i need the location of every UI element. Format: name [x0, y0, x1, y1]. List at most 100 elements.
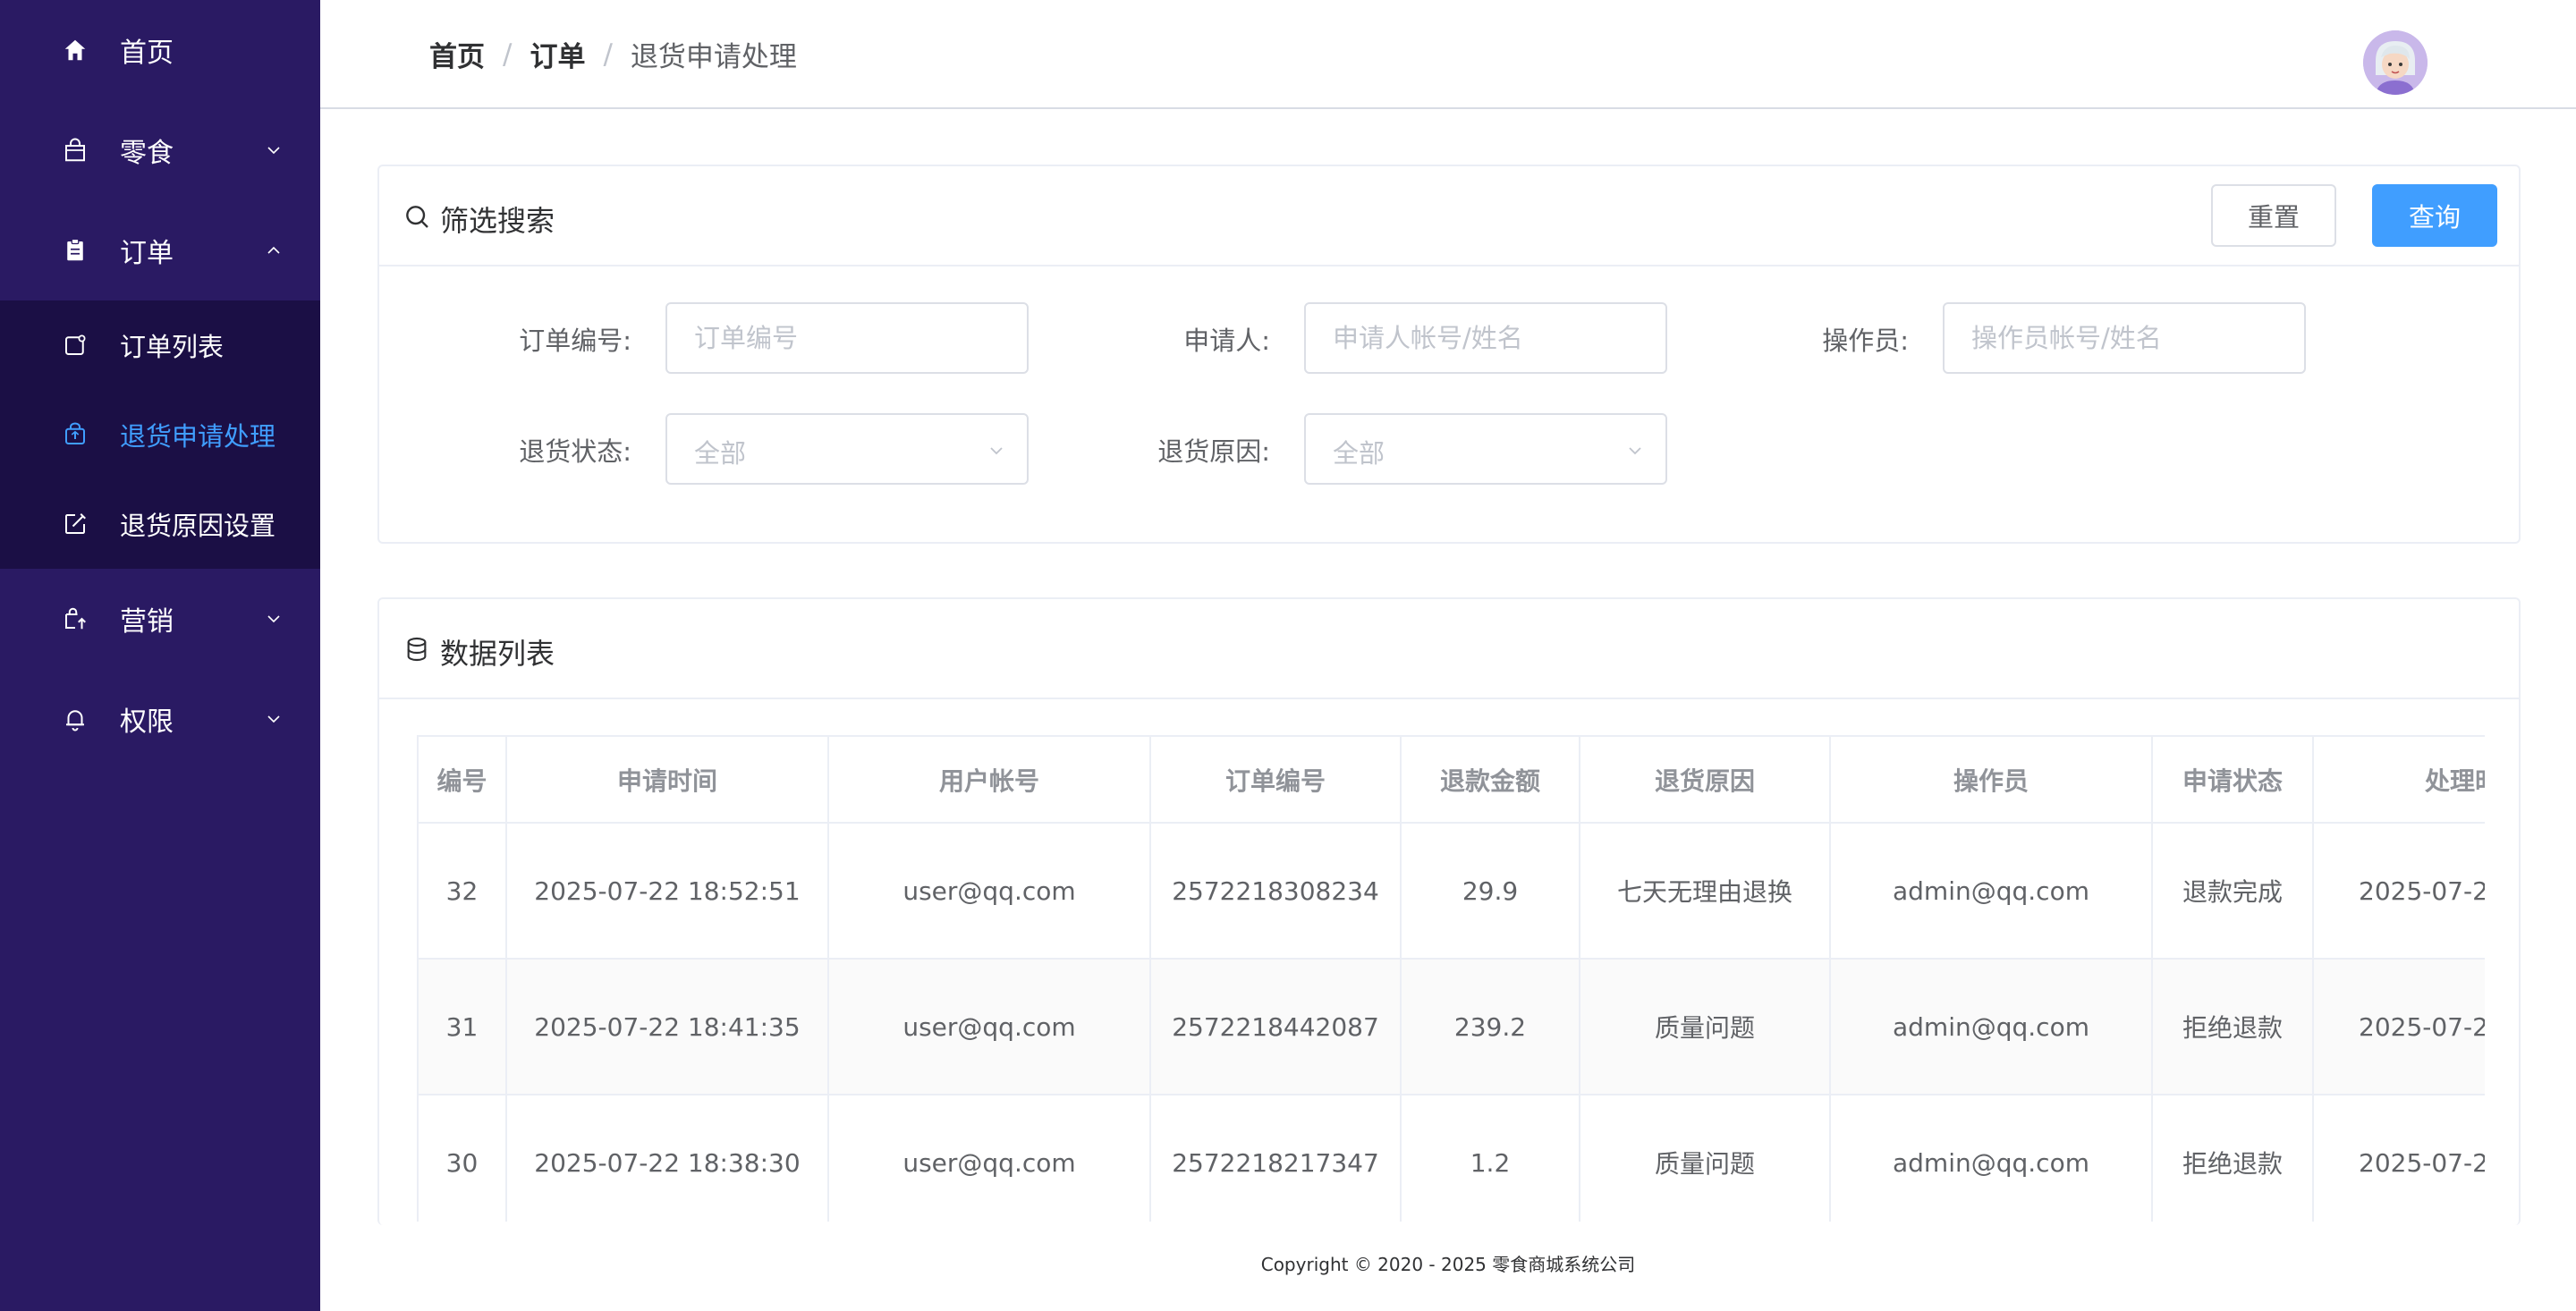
sidebar-item-snacks[interactable]: 零食 — [0, 100, 320, 200]
table-cell: 拒绝退款 — [2152, 1095, 2314, 1222]
order-no-label: 订单编号: — [519, 326, 631, 356]
return-box-icon — [61, 420, 89, 449]
column-header[interactable]: 申请时间 — [506, 737, 829, 824]
table-cell: user@qq.com — [828, 1095, 1151, 1222]
chevron-down-icon — [263, 708, 284, 730]
return-reason-value: 全部 — [1333, 438, 1385, 469]
table-row[interactable]: 30 2025-07-22 18:38:30 user@qq.com 25722… — [419, 1095, 2485, 1222]
chevron-down-icon — [263, 608, 284, 630]
data-list-card: 数据列表 编号 申请时间 用户帐号 订单编号 退款金额 退货原因 操作员 申请状… — [377, 597, 2521, 1225]
chevron-down-icon — [1624, 440, 1646, 461]
table-cell: 2572218308234 — [1150, 823, 1402, 960]
table-row[interactable]: 32 2025-07-22 18:52:51 user@qq.com 25722… — [419, 823, 2485, 960]
search-icon — [402, 202, 431, 231]
order-no-input[interactable] — [665, 302, 1029, 374]
database-icon — [402, 635, 431, 664]
return-status-select[interactable]: 全部 — [665, 413, 1029, 485]
chevron-up-icon — [263, 240, 284, 261]
sidebar-item-label: 退货原因设置 — [120, 511, 276, 541]
return-table[interactable]: 编号 申请时间 用户帐号 订单编号 退款金额 退货原因 操作员 申请状态 处理时… — [417, 735, 2485, 1222]
breadcrumb-separator: / — [603, 38, 613, 71]
column-header[interactable]: 用户帐号 — [828, 737, 1151, 824]
footer-copyright: Copyright © 2020 - 2025 零食商城系统公司 — [1260, 1254, 1636, 1275]
column-header[interactable]: 编号 — [419, 737, 507, 824]
table-cell: 2025-07-22 — [2313, 823, 2485, 960]
sidebar-item-home[interactable]: 首页 — [0, 0, 320, 100]
table-cell: user@qq.com — [828, 823, 1151, 960]
table-row[interactable]: 31 2025-07-22 18:41:35 user@qq.com 25722… — [419, 959, 2485, 1095]
sidebar-item-order-list[interactable]: 订单列表 — [0, 300, 320, 390]
sidebar-item-label: 首页 — [120, 38, 174, 69]
table-cell: 2025-07-22 18:38:30 — [506, 1095, 829, 1222]
sidebar-item-marketing[interactable]: 营销 — [0, 569, 320, 669]
sidebar-item-return-requests[interactable]: 退货申请处理 — [0, 390, 320, 479]
table-cell: 29.9 — [1401, 823, 1580, 960]
reset-button[interactable]: 重置 — [2211, 184, 2336, 247]
return-status-value: 全部 — [694, 438, 747, 469]
bell-icon — [61, 705, 89, 733]
table-cell: 2025-07-22 — [2313, 1095, 2485, 1222]
shopping-bag-icon — [61, 136, 89, 165]
breadcrumb-home[interactable]: 首页 — [429, 34, 485, 74]
table-cell: 拒绝退款 — [2152, 959, 2314, 1095]
table-cell: 七天无理由退换 — [1580, 823, 1831, 960]
column-header[interactable]: 退货原因 — [1580, 737, 1831, 824]
column-header[interactable]: 退款金额 — [1401, 737, 1580, 824]
sidebar: 首页 零食 订单 订单列表 退货申请处理 退货原因设置 营销 权限 — [0, 0, 320, 1311]
operator-input[interactable] — [1943, 302, 2306, 374]
chevron-down-icon — [986, 440, 1007, 461]
table-cell: 质量问题 — [1580, 1095, 1831, 1222]
breadcrumb-orders[interactable]: 订单 — [530, 34, 585, 74]
sidebar-item-label: 订单列表 — [120, 332, 225, 362]
filter-card: 筛选搜索 重置 查询 订单编号: 申请人: 操作员: 退货状态: 全部 退货原因… — [377, 165, 2521, 544]
sidebar-item-label: 营销 — [120, 606, 174, 638]
table-cell: admin@qq.com — [1830, 1095, 2153, 1222]
orders-submenu: 订单列表 退货申请处理 退货原因设置 — [0, 300, 320, 569]
sidebar-item-return-reasons[interactable]: 退货原因设置 — [0, 479, 320, 569]
order-list-icon — [61, 331, 89, 359]
table-cell: 质量问题 — [1580, 959, 1831, 1095]
table-cell: 1.2 — [1401, 1095, 1580, 1222]
table-cell: user@qq.com — [828, 959, 1151, 1095]
data-list-header: 数据列表 — [379, 599, 2519, 699]
query-button[interactable]: 查询 — [2372, 184, 2497, 247]
bag-upload-icon — [61, 605, 89, 633]
table-cell: 31 — [419, 959, 507, 1095]
return-reason-select[interactable]: 全部 — [1304, 413, 1667, 485]
breadcrumb: 首页 / 订单 / 退货申请处理 — [429, 34, 797, 74]
return-status-label: 退货状态: — [519, 436, 631, 467]
applicant-label: 申请人: — [1183, 326, 1270, 356]
sidebar-item-label: 退货申请处理 — [120, 421, 276, 452]
chevron-down-icon — [263, 140, 284, 161]
top-header: 首页 / 订单 / 退货申请处理 — [320, 0, 2576, 109]
avatar[interactable] — [2363, 30, 2428, 95]
sidebar-item-label: 权限 — [120, 706, 174, 738]
filter-title: 筛选搜索 — [440, 204, 555, 238]
column-header[interactable]: 操作员 — [1830, 737, 2153, 824]
sidebar-item-label: 零食 — [120, 138, 174, 169]
sidebar-item-label: 订单 — [120, 238, 174, 269]
table-cell: 239.2 — [1401, 959, 1580, 1095]
table-cell: admin@qq.com — [1830, 959, 2153, 1095]
column-header[interactable]: 申请状态 — [2152, 737, 2314, 824]
table-cell: 2025-07-22 18:52:51 — [506, 823, 829, 960]
return-reason-label: 退货原因: — [1157, 436, 1270, 467]
column-header[interactable]: 处理时间 — [2313, 737, 2485, 824]
breadcrumb-separator: / — [503, 38, 513, 71]
table-cell: 30 — [419, 1095, 507, 1222]
table-header-row: 编号 申请时间 用户帐号 订单编号 退款金额 退货原因 操作员 申请状态 处理时… — [419, 737, 2485, 824]
filter-card-header: 筛选搜索 重置 查询 — [379, 166, 2519, 266]
column-header[interactable]: 订单编号 — [1150, 737, 1402, 824]
sidebar-item-orders[interactable]: 订单 — [0, 200, 320, 300]
clipboard-icon — [61, 236, 89, 265]
table-cell: 2025-07-22 — [2313, 959, 2485, 1095]
edit-icon — [61, 510, 89, 538]
sidebar-item-permissions[interactable]: 权限 — [0, 669, 320, 769]
table-cell: 2572218217347 — [1150, 1095, 1402, 1222]
table-cell: 退款完成 — [2152, 823, 2314, 960]
data-list-title: 数据列表 — [440, 637, 555, 671]
table-cell: 2572218442087 — [1150, 959, 1402, 1095]
table-cell: admin@qq.com — [1830, 823, 2153, 960]
operator-label: 操作员: — [1822, 326, 1909, 356]
applicant-input[interactable] — [1304, 302, 1667, 374]
